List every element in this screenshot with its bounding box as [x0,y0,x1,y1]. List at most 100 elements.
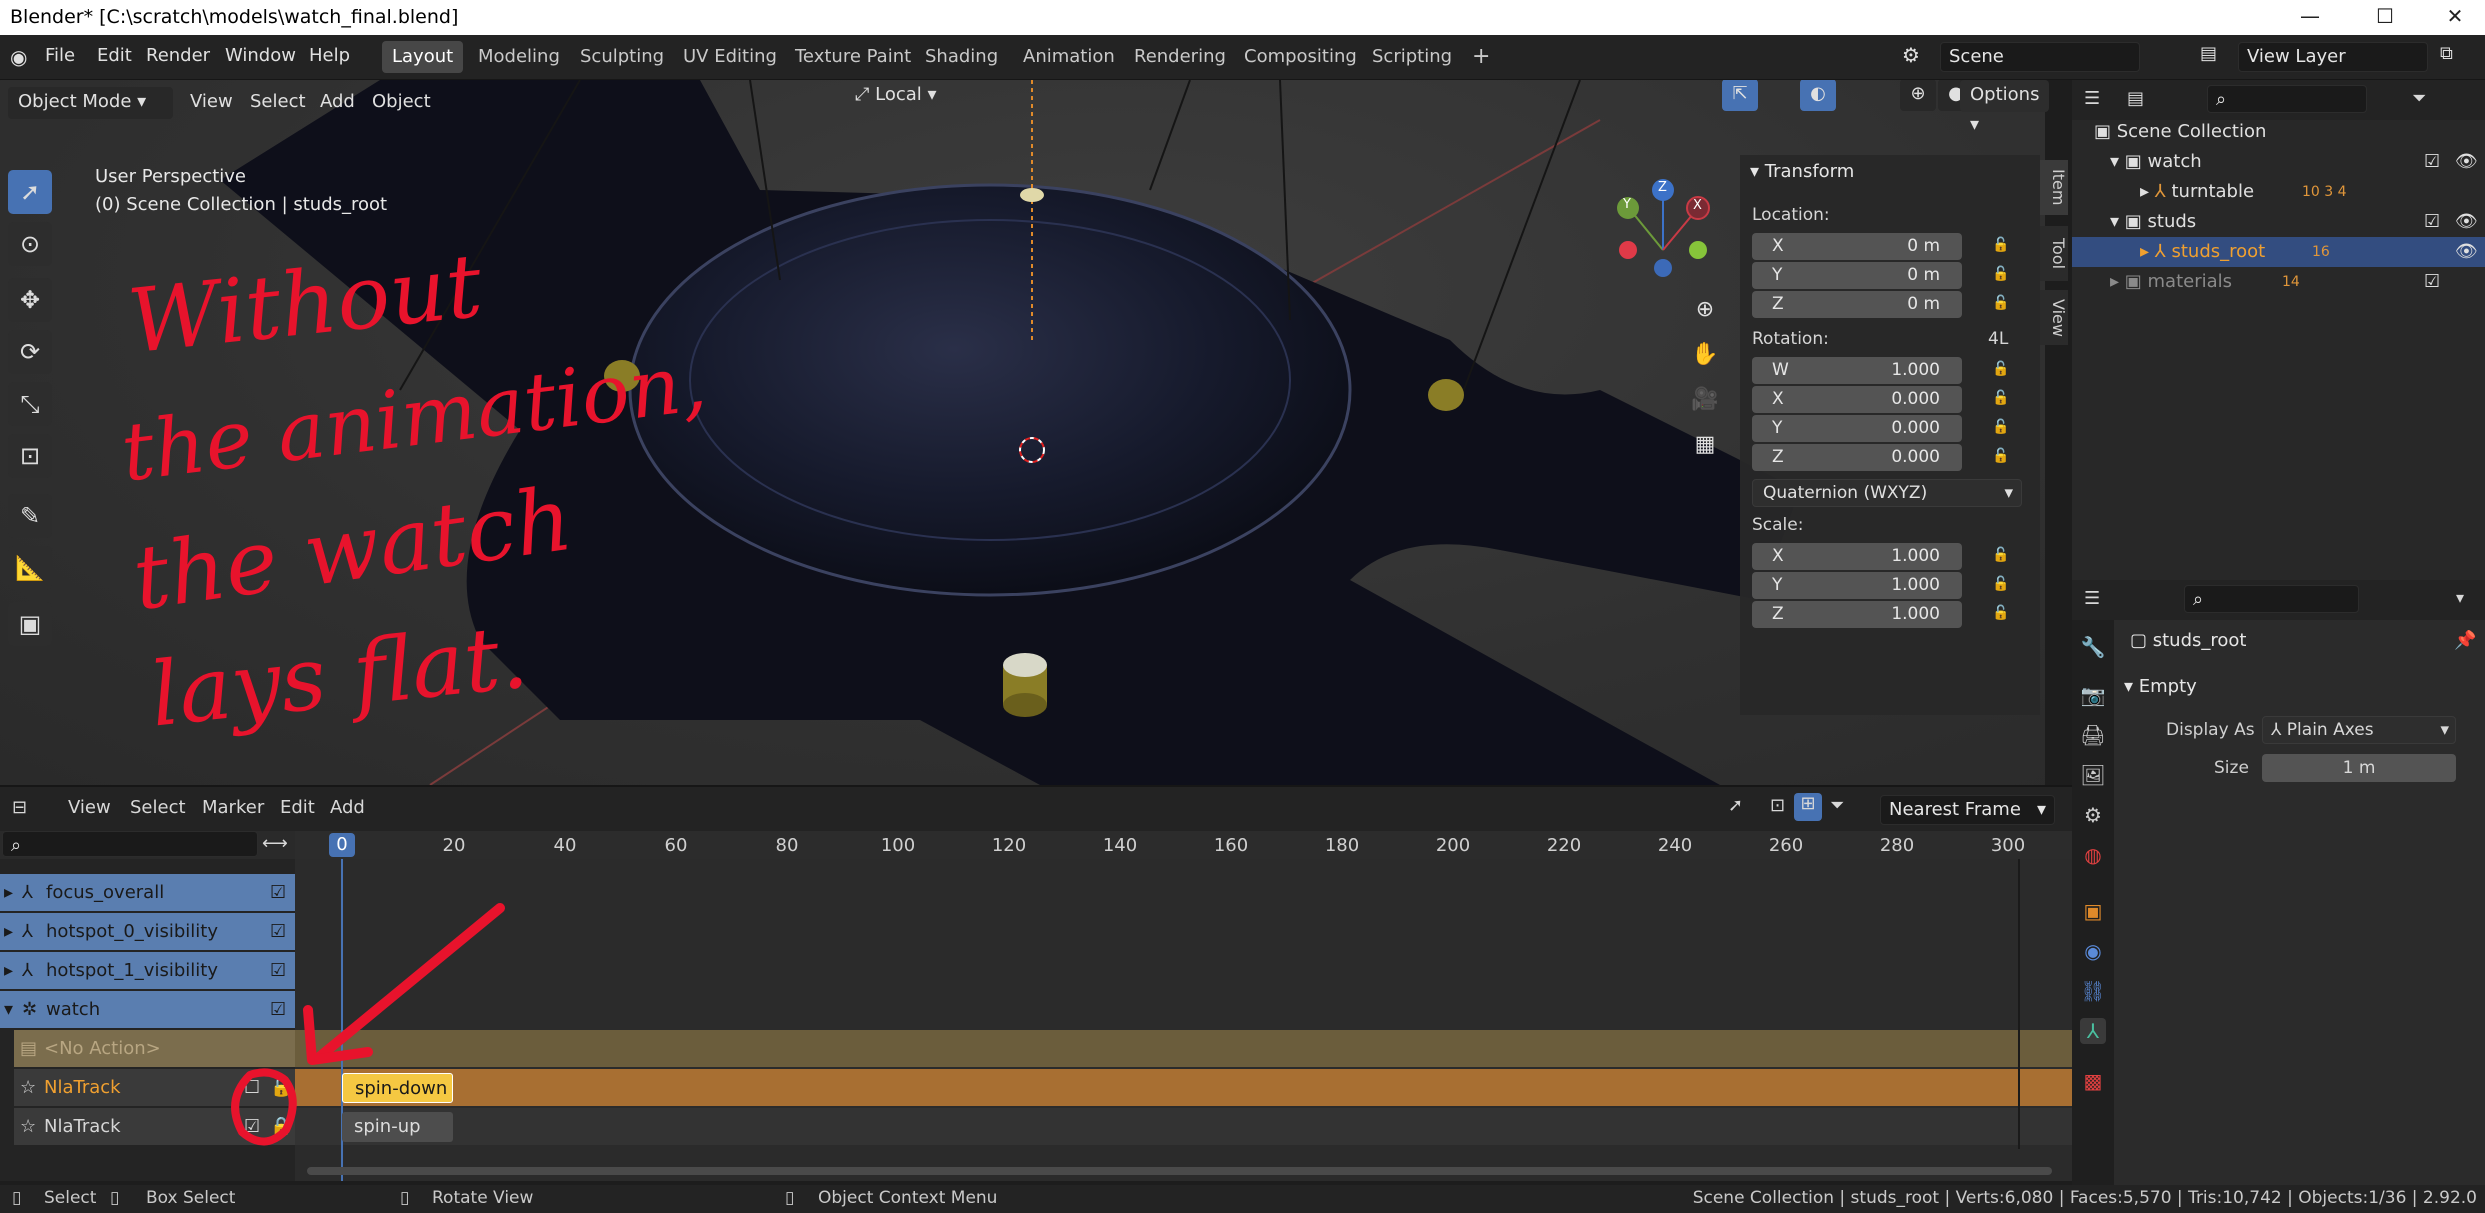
menu-view[interactable]: View [180,87,243,119]
tab-modeling[interactable]: Modeling [468,41,570,73]
nla-strip-area[interactable]: spin-down spin-up [295,859,2072,1181]
options-dropdown[interactable]: Options ▾ [1960,80,2050,135]
editor-type-icon[interactable]: ⊟ [12,797,27,818]
tab-texture-paint[interactable]: Texture Paint [785,41,921,73]
ortho-toggle-icon[interactable]: ▦ [1685,425,1725,465]
properties-search-input[interactable]: ⌕ [2184,585,2359,613]
scale-tool-icon[interactable]: ⤡ [8,382,52,426]
filter-icon[interactable]: ⏷ [2412,88,2426,109]
tab-uv-editing[interactable]: UV Editing [673,41,787,73]
maximize-button[interactable]: ☐ [2350,0,2420,35]
menu-edit[interactable]: Edit [280,797,315,818]
add-workspace-icon[interactable]: + [1462,41,1500,73]
eye-icon[interactable]: 👁 [2455,237,2478,267]
only-selected-icon[interactable]: ⊞ [1794,793,1822,821]
view-layer-tab-icon[interactable]: 🖼 [2080,762,2106,788]
blender-logo-icon[interactable]: ◉ [10,45,27,69]
checkbox-icon[interactable]: ☑ [2424,147,2440,177]
data-tab-icon[interactable]: ⅄ [2080,1018,2106,1044]
pin-icon[interactable]: 📌 [2454,630,2476,651]
tab-animation[interactable]: Animation [1013,41,1125,73]
checkbox-icon[interactable]: ☑ [2424,267,2440,297]
transform-tool-icon[interactable]: ⊡ [8,434,52,478]
tab-rendering[interactable]: Rendering [1124,41,1236,73]
location-x-field[interactable]: X 0 m [1752,233,1962,260]
pan-hand-icon[interactable]: ✋ [1685,335,1725,375]
menu-add[interactable]: Add [330,797,365,818]
transform-orientation-selector[interactable]: ⤢ Local ▾ [845,80,965,112]
menu-select[interactable]: Select [130,797,186,818]
editor-type-icon[interactable]: ☰ [2084,588,2100,609]
camera-view-icon[interactable]: 🎥 [1685,380,1725,420]
rotation-z-field[interactable]: Z 0.000 [1752,444,1962,471]
transform-panel-header[interactable]: ▾ Transform [1750,161,1854,182]
show-gizmo-icon[interactable]: ⇱ [1722,80,1758,111]
tab-compositing[interactable]: Compositing [1234,41,1367,73]
texture-tab-icon[interactable]: ▩ [2080,1068,2106,1094]
outliner-scene-collection[interactable]: ▣ Scene Collection [2072,117,2485,147]
rotation-x-field[interactable]: X 0.000 [1752,386,1962,413]
mode-selector[interactable]: Object Mode ▾ [8,87,173,119]
scene-selector[interactable]: Scene [1940,42,2140,72]
new-view-layer-icon[interactable]: ⧉ [2440,43,2453,64]
location-y-field[interactable]: Y 0 m [1752,262,1962,289]
scene-icon[interactable]: ⚙ [1902,43,1920,67]
lock-icon[interactable]: 🔓 [1992,361,2009,377]
zoom-icon[interactable]: ⊕ [1685,290,1725,330]
menu-add[interactable]: Add [310,87,365,119]
object-tab-icon[interactable]: ▣ [2080,898,2106,924]
frame-icon[interactable]: ⊡ [1770,795,1785,816]
outliner-row-watch[interactable]: ▾ ▣ watch ☑ 👁 [2072,147,2485,177]
scale-z-field[interactable]: Z 1.000 [1752,601,1962,628]
cursor-tool-icon[interactable]: ⊙ [8,222,52,266]
outliner-row-studs-root[interactable]: ▸ ⅄ studs_root 16 👁 [2072,237,2485,267]
tab-view[interactable]: View [2040,290,2068,345]
rotation-mode-dropdown[interactable]: Quaternion (WXYZ) ▾ [1752,479,2022,507]
view-layer-icon[interactable]: ▤ [2200,43,2217,64]
scale-x-field[interactable]: X 1.000 [1752,543,1962,570]
tab-tool[interactable]: Tool [2040,226,2068,281]
menu-help[interactable]: Help [309,45,350,66]
move-tool-icon[interactable]: ✥ [8,278,52,322]
outliner-row-studs[interactable]: ▾ ▣ studs ☑ 👁 [2072,207,2485,237]
rotation-y-field[interactable]: Y 0.000 [1752,415,1962,442]
menu-window[interactable]: Window [225,45,296,66]
menu-select[interactable]: Select [240,87,316,119]
snap-mode-dropdown[interactable]: Nearest Frame ▾ [1880,795,2055,825]
eye-icon[interactable]: 👁 [2455,207,2478,237]
location-z-field[interactable]: Z 0 m [1752,291,1962,318]
output-tab-icon[interactable]: 🖨 [2080,722,2106,748]
rotation-w-field[interactable]: W 1.000 [1752,357,1962,384]
filter-icon[interactable]: ⏷ [1830,795,1844,816]
display-as-dropdown[interactable]: ⅄ Plain Axes ▾ [2262,716,2456,744]
annotate-tool-icon[interactable]: ✎ [8,494,52,538]
current-frame-indicator[interactable]: 0 [329,833,355,857]
pointer-icon[interactable]: ➚ [1728,795,1743,816]
tab-shading[interactable]: Shading [915,41,1008,73]
empty-panel-header[interactable]: ▾ Empty [2124,676,2484,697]
lock-icon[interactable]: 🔓 [1992,266,2009,282]
lock-icon[interactable]: 🔓 [1992,237,2009,253]
close-button[interactable]: ✕ [2420,0,2485,35]
editor-type-icon[interactable]: ☰ [2084,88,2100,109]
size-field[interactable]: 1 m [2262,754,2456,782]
wireframe-shading-icon[interactable]: ⊕ [1900,80,1936,111]
select-tool-icon[interactable]: ➚ [8,170,52,214]
world-tab-icon[interactable]: ◍ [2080,842,2106,868]
lock-icon[interactable]: 🔓 [1992,390,2009,406]
menu-marker[interactable]: Marker [202,797,264,818]
display-mode-icon[interactable]: ▤ [2127,88,2144,109]
outliner-row-materials[interactable]: ▸ ▣ materials 14 ☑ [2072,267,2485,297]
scale-y-field[interactable]: Y 1.000 [1752,572,1962,599]
measure-tool-icon[interactable]: 📐 [8,546,52,590]
channel-search-input[interactable]: ⌕ [2,831,258,857]
lock-icon[interactable]: 🔓 [1992,576,2009,592]
add-cube-tool-icon[interactable]: ▣ [8,602,52,646]
tab-item[interactable]: Item [2040,160,2068,215]
menu-file[interactable]: File [45,45,75,66]
tool-tab-icon[interactable]: 🔧 [2080,634,2106,660]
menu-view[interactable]: View [68,797,111,818]
lock-icon[interactable]: 🔓 [1992,419,2009,435]
checkbox-icon[interactable]: ☑ [2424,207,2440,237]
swap-icon[interactable]: ⟷ [262,833,288,854]
